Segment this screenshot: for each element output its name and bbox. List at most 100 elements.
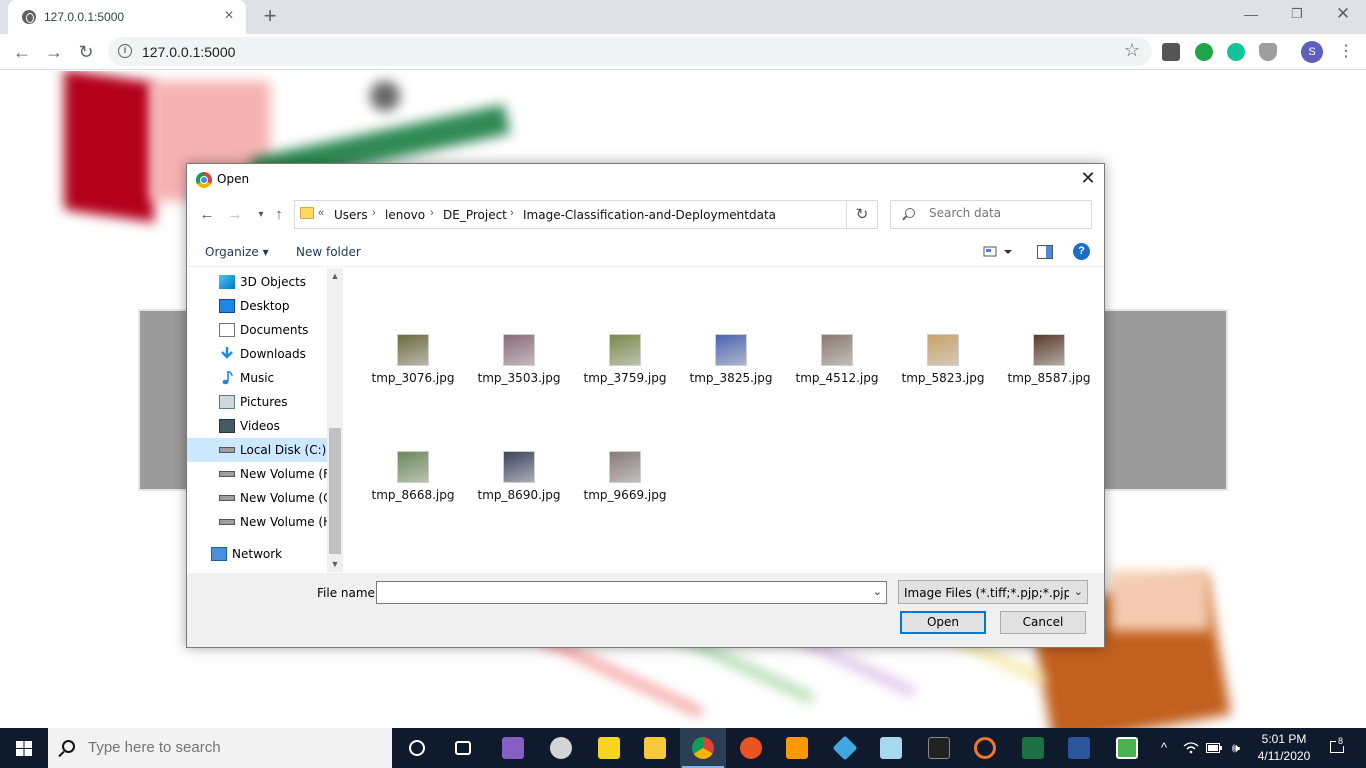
file-item[interactable]: tmp_3503.jpg — [469, 334, 569, 404]
task-view-button[interactable] — [440, 728, 486, 768]
file-explorer-button[interactable] — [632, 728, 678, 768]
open-button[interactable]: Open — [900, 611, 986, 634]
start-button[interactable] — [0, 728, 48, 768]
breadcrumb[interactable]: « Users › lenovo › DE_Project › Image-Cl… — [294, 200, 875, 229]
paint-button[interactable] — [538, 728, 584, 768]
scroll-up-icon[interactable]: ▲ — [327, 268, 343, 284]
extension-icon[interactable] — [1162, 43, 1180, 61]
sticky-notes-button[interactable] — [586, 728, 632, 768]
ubuntu-button[interactable] — [728, 728, 774, 768]
chrome-taskbar-button[interactable] — [680, 728, 726, 768]
scroll-thumb[interactable] — [329, 428, 341, 554]
file-item[interactable]: tmp_8690.jpg — [469, 451, 569, 521]
taskbar-search-input[interactable] — [88, 739, 368, 756]
visual-studio-button[interactable] — [490, 728, 536, 768]
back-icon[interactable]: ← — [197, 205, 217, 225]
breadcrumb-item[interactable]: DE_Project — [443, 208, 507, 222]
minimize-button[interactable]: — — [1228, 0, 1274, 30]
evernote-icon[interactable] — [1195, 43, 1213, 61]
nav-item-new-volume-f[interactable]: New Volume (F:) — [187, 462, 328, 486]
task-manager-button[interactable] — [1104, 728, 1150, 768]
change-view-icon[interactable] — [983, 245, 1012, 259]
file-item[interactable]: tmp_8587.jpg — [999, 334, 1099, 404]
nav-item-pictures[interactable]: Pictures — [187, 390, 327, 414]
nav-item-videos[interactable]: Videos — [187, 414, 327, 438]
grammarly-icon[interactable] — [1227, 43, 1245, 61]
new-tab-button[interactable]: + — [258, 5, 282, 29]
scroll-down-icon[interactable]: ▼ — [327, 556, 343, 572]
nav-item-new-volume-g[interactable]: New Volume (G:) — [187, 486, 328, 510]
search-box[interactable] — [890, 200, 1092, 229]
forward-button[interactable]: → — [40, 38, 68, 66]
chevron-up-icon[interactable]: ^ — [1154, 728, 1174, 768]
file-item[interactable]: tmp_3076.jpg — [363, 334, 463, 404]
nav-item-desktop[interactable]: Desktop — [187, 294, 327, 318]
nav-item-music[interactable]: Music — [187, 366, 327, 390]
nav-item-3d-objects[interactable]: 3D Objects — [187, 270, 327, 294]
sublime-text-button[interactable] — [774, 728, 820, 768]
file-item[interactable]: tmp_5823.jpg — [893, 334, 993, 404]
file-item[interactable]: tmp_3759.jpg — [575, 334, 675, 404]
chevron-right-icon[interactable]: › — [372, 207, 376, 219]
new-folder-button[interactable]: New folder — [296, 245, 361, 259]
chevron-right-icon[interactable]: › — [736, 207, 740, 219]
file-name-combo[interactable]: ⌄ — [376, 581, 887, 604]
file-item[interactable]: tmp_8668.jpg — [363, 451, 463, 521]
cortana-button[interactable] — [394, 728, 440, 768]
file-item[interactable]: tmp_4512.jpg — [787, 334, 887, 404]
nav-item-documents[interactable]: Documents — [187, 318, 327, 342]
search-input[interactable] — [929, 206, 1079, 220]
nav-item-downloads[interactable]: Downloads — [187, 342, 327, 366]
close-tab-icon[interactable]: × — [220, 7, 238, 25]
back-button[interactable]: ← — [8, 38, 36, 66]
reload-button[interactable]: ↻ — [72, 38, 100, 66]
preview-pane-icon[interactable] — [1037, 245, 1053, 259]
breadcrumb-item[interactable]: Users — [334, 208, 368, 222]
breadcrumb-item[interactable]: data — [749, 208, 776, 222]
info-icon[interactable]: i — [118, 44, 132, 58]
file-item[interactable]: tmp_3825.jpg — [681, 334, 781, 404]
system-clock[interactable]: 5:01 PM 4/11/2020 — [1248, 731, 1320, 765]
up-folder-icon[interactable]: ↑ — [269, 205, 289, 225]
nav-item-network[interactable]: Network — [187, 542, 327, 566]
help-icon[interactable]: ? — [1073, 243, 1090, 260]
close-window-button[interactable]: ✕ — [1320, 0, 1366, 30]
excel-button[interactable] — [1010, 728, 1056, 768]
chevron-down-icon[interactable]: ⌄ — [1074, 585, 1083, 598]
avatar[interactable]: S — [1301, 41, 1323, 63]
refresh-button[interactable]: ↻ — [846, 200, 878, 229]
file-item[interactable]: tmp_9669.jpg — [575, 451, 675, 521]
forward-icon[interactable]: → — [225, 205, 245, 225]
jupyter-button[interactable] — [962, 728, 1008, 768]
taskbar-search[interactable] — [48, 728, 392, 768]
chevron-right-icon[interactable]: › — [510, 207, 514, 219]
volume-icon[interactable]: 🕪 — [1226, 728, 1246, 768]
wifi-icon[interactable] — [1180, 728, 1202, 768]
notification-center-button[interactable]: 8 — [1322, 728, 1352, 768]
menu-icon[interactable]: ⋮ — [1338, 40, 1354, 64]
notepad-button[interactable] — [868, 728, 914, 768]
terminal-button[interactable] — [916, 728, 962, 768]
word-button[interactable] — [1056, 728, 1102, 768]
organize-button[interactable]: Organize ▾ — [205, 245, 269, 259]
file-type-filter[interactable]: Image Files (*.tiff;*.pjp;*.pjpeg;* ⌄ — [898, 580, 1088, 604]
nav-item-new-volume-h[interactable]: New Volume (H:) — [187, 510, 328, 534]
shield-icon[interactable] — [1259, 43, 1277, 61]
browser-tab[interactable]: 127.0.0.1:5000 × — [8, 0, 246, 34]
nav-scrollbar[interactable]: ▲ ▼ — [327, 268, 343, 572]
app-button[interactable] — [822, 728, 868, 768]
cancel-button[interactable]: Cancel — [1000, 611, 1086, 634]
address-bar[interactable]: i 127.0.0.1:5000 ☆ — [108, 37, 1152, 66]
recent-locations-icon[interactable]: ▾ — [251, 205, 271, 225]
close-dialog-button[interactable]: ✕ — [1072, 164, 1104, 194]
battery-icon[interactable] — [1204, 728, 1224, 768]
breadcrumb-overflow[interactable]: « — [318, 207, 324, 219]
chevron-down-icon[interactable]: ⌄ — [873, 585, 882, 598]
chevron-right-icon[interactable]: › — [430, 207, 434, 219]
restore-button[interactable]: ❐ — [1274, 0, 1320, 30]
nav-item-local-disk-c[interactable]: Local Disk (C:) — [187, 438, 327, 462]
bookmark-star-icon[interactable]: ☆ — [1124, 40, 1140, 61]
breadcrumb-item[interactable]: lenovo — [385, 208, 425, 222]
breadcrumb-item[interactable]: Image-Classification-and-Deployment — [523, 208, 749, 222]
file-name-input[interactable] — [381, 585, 861, 599]
